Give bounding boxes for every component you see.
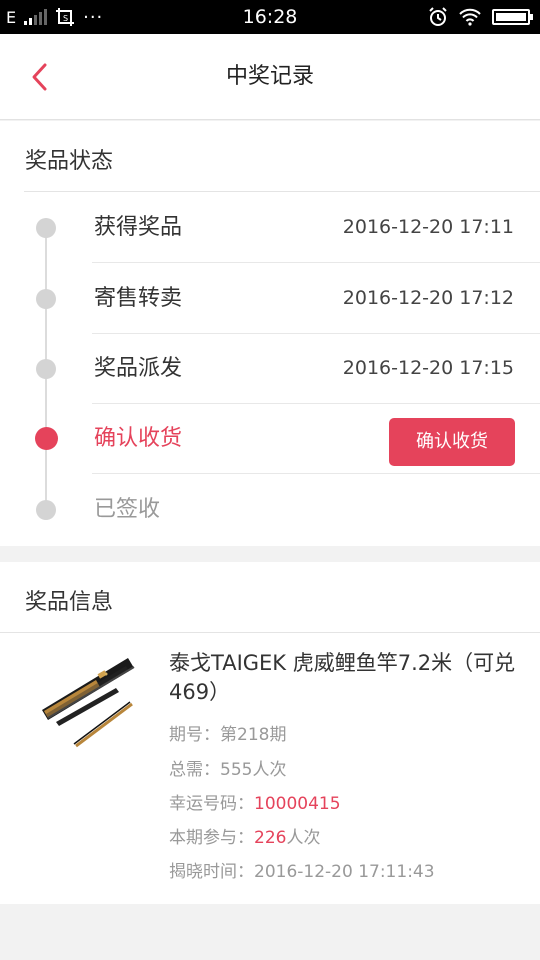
lucky-number-row: 幸运号码：10000415 (169, 789, 341, 814)
total-need-value: 555人次 (220, 760, 287, 780)
step-label: 奖品派发 (94, 356, 183, 381)
total-need-label: 总需： (169, 760, 220, 780)
total-need-row: 总需：555人次 (169, 755, 286, 780)
alarm-icon (429, 7, 447, 26)
product-image[interactable] (36, 658, 140, 754)
lucky-number-value: 10000415 (254, 794, 341, 814)
step-dot-active (34, 427, 58, 450)
divider (0, 632, 540, 633)
timeline-step: 奖品派发 2016-12-20 17:15 (0, 333, 540, 404)
participation-unit: 人次 (286, 828, 321, 848)
participation-row: 本期参与：226人次 (169, 823, 320, 848)
page-title: 中奖记录 (225, 64, 314, 89)
prize-status-card: 奖品状态 获得奖品 2016-12-20 17:11 寄售转卖 2016-12-… (0, 121, 540, 546)
timeline-step-current: 确认收货 确认收货 (0, 403, 540, 474)
battery-icon (492, 9, 533, 25)
step-label: 已签收 (94, 497, 161, 522)
step-label: 确认收货 (94, 426, 183, 451)
nav-bar: 中奖记录 (0, 34, 540, 120)
step-time: 2016-12-20 17:15 (342, 357, 514, 379)
status-bar: E S ··· 16:28 (0, 0, 540, 34)
step-label: 获得奖品 (94, 215, 183, 240)
timeline-step: 获得奖品 2016-12-20 17:11 (0, 192, 540, 263)
product-name[interactable]: 泰戈TAIGEK 虎威鲤鱼竿7.2米（可兑469） (169, 649, 519, 707)
confirm-receipt-button[interactable]: 确认收货 (389, 418, 515, 466)
prize-info-card: 奖品信息 泰戈TAIGEK 虎威鲤鱼竿7.2米（可兑469） 期号：第218期 … (0, 562, 540, 904)
step-time: 2016-12-20 17:12 (342, 287, 514, 309)
period-label: 期号： (169, 725, 220, 745)
period-row: 期号：第218期 (169, 720, 286, 745)
step-label: 寄售转卖 (94, 286, 183, 311)
step-dot (36, 218, 56, 238)
participation-value: 226 (254, 828, 287, 848)
step-dot (36, 359, 56, 379)
period-value: 第218期 (220, 725, 287, 745)
reveal-time-row: 揭晓时间：2016-12-20 17:11:43 (169, 857, 435, 882)
step-dot (36, 500, 56, 520)
step-dot (36, 289, 56, 309)
timeline-step: 寄售转卖 2016-12-20 17:12 (0, 263, 540, 334)
reveal-time-label: 揭晓时间： (169, 862, 254, 882)
timeline-step: 已签收 (0, 474, 540, 545)
reveal-time-value: 2016-12-20 17:11:43 (254, 862, 435, 882)
lucky-number-label: 幸运号码： (169, 794, 254, 814)
status-bar-right (428, 0, 533, 34)
step-time: 2016-12-20 17:11 (342, 216, 514, 238)
section-title-status: 奖品状态 (25, 149, 114, 174)
section-title-info: 奖品信息 (25, 590, 114, 615)
participation-label: 本期参与： (169, 828, 254, 848)
wifi-icon (459, 8, 481, 26)
